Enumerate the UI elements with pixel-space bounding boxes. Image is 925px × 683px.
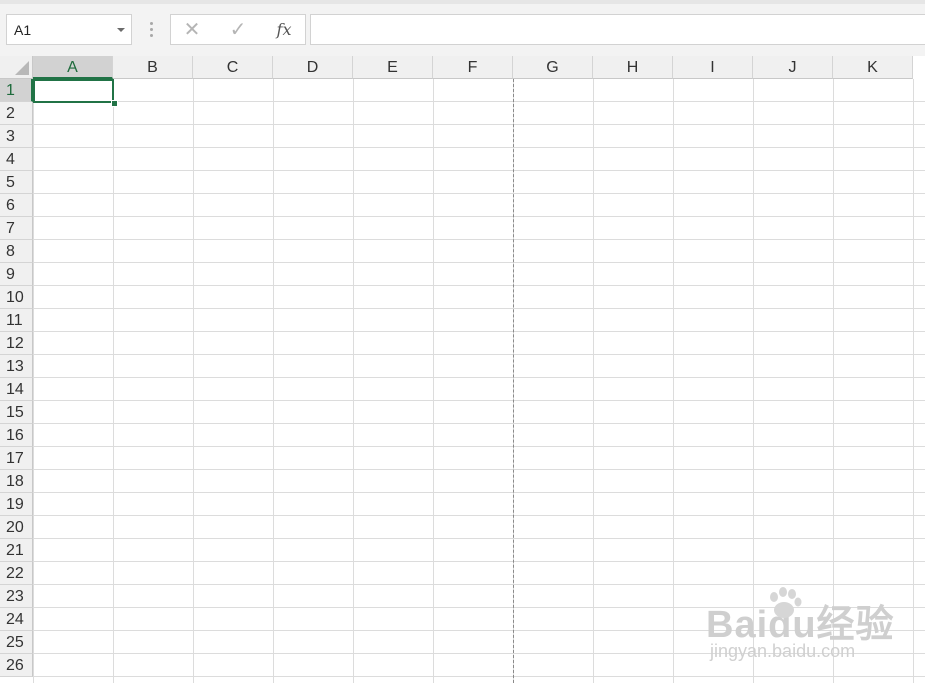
column-header-b[interactable]: B <box>113 56 193 79</box>
chevron-down-icon[interactable] <box>117 28 125 32</box>
row-header-1[interactable]: 1 <box>0 79 33 102</box>
row-header-6[interactable]: 6 <box>0 194 33 217</box>
column-header-d[interactable]: D <box>273 56 353 79</box>
row-header-26[interactable]: 26 <box>0 654 33 677</box>
grip-dots-icon[interactable] <box>148 22 154 40</box>
formula-input[interactable] <box>310 14 925 45</box>
row-header-10[interactable]: 10 <box>0 286 33 309</box>
name-box[interactable]: A1 <box>6 14 132 45</box>
row-header-23[interactable]: 23 <box>0 585 33 608</box>
page-break-line <box>513 79 514 683</box>
enter-check-icon[interactable]: ✓ <box>223 19 253 41</box>
column-header-k[interactable]: K <box>833 56 913 79</box>
row-header-9[interactable]: 9 <box>0 263 33 286</box>
row-header-4[interactable]: 4 <box>0 148 33 171</box>
row-header-14[interactable]: 14 <box>0 378 33 401</box>
row-header-8[interactable]: 8 <box>0 240 33 263</box>
column-header-f[interactable]: F <box>433 56 513 79</box>
row-header-11[interactable]: 11 <box>0 309 33 332</box>
row-header-7[interactable]: 7 <box>0 217 33 240</box>
row-header-12[interactable]: 12 <box>0 332 33 355</box>
row-header-16[interactable]: 16 <box>0 424 33 447</box>
column-header-i[interactable]: I <box>673 56 753 79</box>
name-box-value: A1 <box>14 22 32 38</box>
row-header-21[interactable]: 21 <box>0 539 33 562</box>
formula-buttons: ✕ ✓ fx <box>170 14 306 45</box>
row-headers: 1 2 3 4 5 6 7 8 9 10 11 12 13 14 15 16 17 18 19 20 21 22 23 24 2… <box>0 79 33 683</box>
row-header-3[interactable]: 3 <box>0 125 33 148</box>
cancel-cross-icon[interactable]: ✕ <box>177 19 207 41</box>
paw-print-icon <box>770 587 802 618</box>
spreadsheet-app: A1 ✕ ✓ fx ABCDEFGHIJK 1 2 3 4 5 6 7 8 9 10 11 12 13 1… <box>0 0 925 683</box>
fill-handle[interactable] <box>111 100 118 107</box>
column-header-h[interactable]: H <box>593 56 673 79</box>
column-header-g[interactable]: G <box>513 56 593 79</box>
select-all-button[interactable] <box>0 56 33 79</box>
row-header-15[interactable]: 15 <box>0 401 33 424</box>
row-header-22[interactable]: 22 <box>0 562 33 585</box>
baidu-jingyan-watermark: Baidu经验 jingyan.baidu.com <box>706 585 906 665</box>
row-header-13[interactable]: 13 <box>0 355 33 378</box>
watermark-url: jingyan.baidu.com <box>710 641 856 661</box>
formula-bar: A1 ✕ ✓ fx <box>0 0 925 56</box>
select-all-triangle-icon <box>15 61 29 75</box>
column-header-j[interactable]: J <box>753 56 833 79</box>
row-header-17[interactable]: 17 <box>0 447 33 470</box>
row-header-19[interactable]: 19 <box>0 493 33 516</box>
column-header-a[interactable]: A <box>33 56 113 79</box>
column-headers: ABCDEFGHIJK <box>33 56 925 79</box>
insert-function-fx-icon[interactable]: fx <box>269 19 299 41</box>
row-header-25[interactable]: 25 <box>0 631 33 654</box>
row-header-18[interactable]: 18 <box>0 470 33 493</box>
column-header-c[interactable]: C <box>193 56 273 79</box>
row-header-24[interactable]: 24 <box>0 608 33 631</box>
row-header-20[interactable]: 20 <box>0 516 33 539</box>
row-header-2[interactable]: 2 <box>0 102 33 125</box>
active-cell-a1[interactable] <box>33 79 114 103</box>
column-header-e[interactable]: E <box>353 56 433 79</box>
row-header-5[interactable]: 5 <box>0 171 33 194</box>
